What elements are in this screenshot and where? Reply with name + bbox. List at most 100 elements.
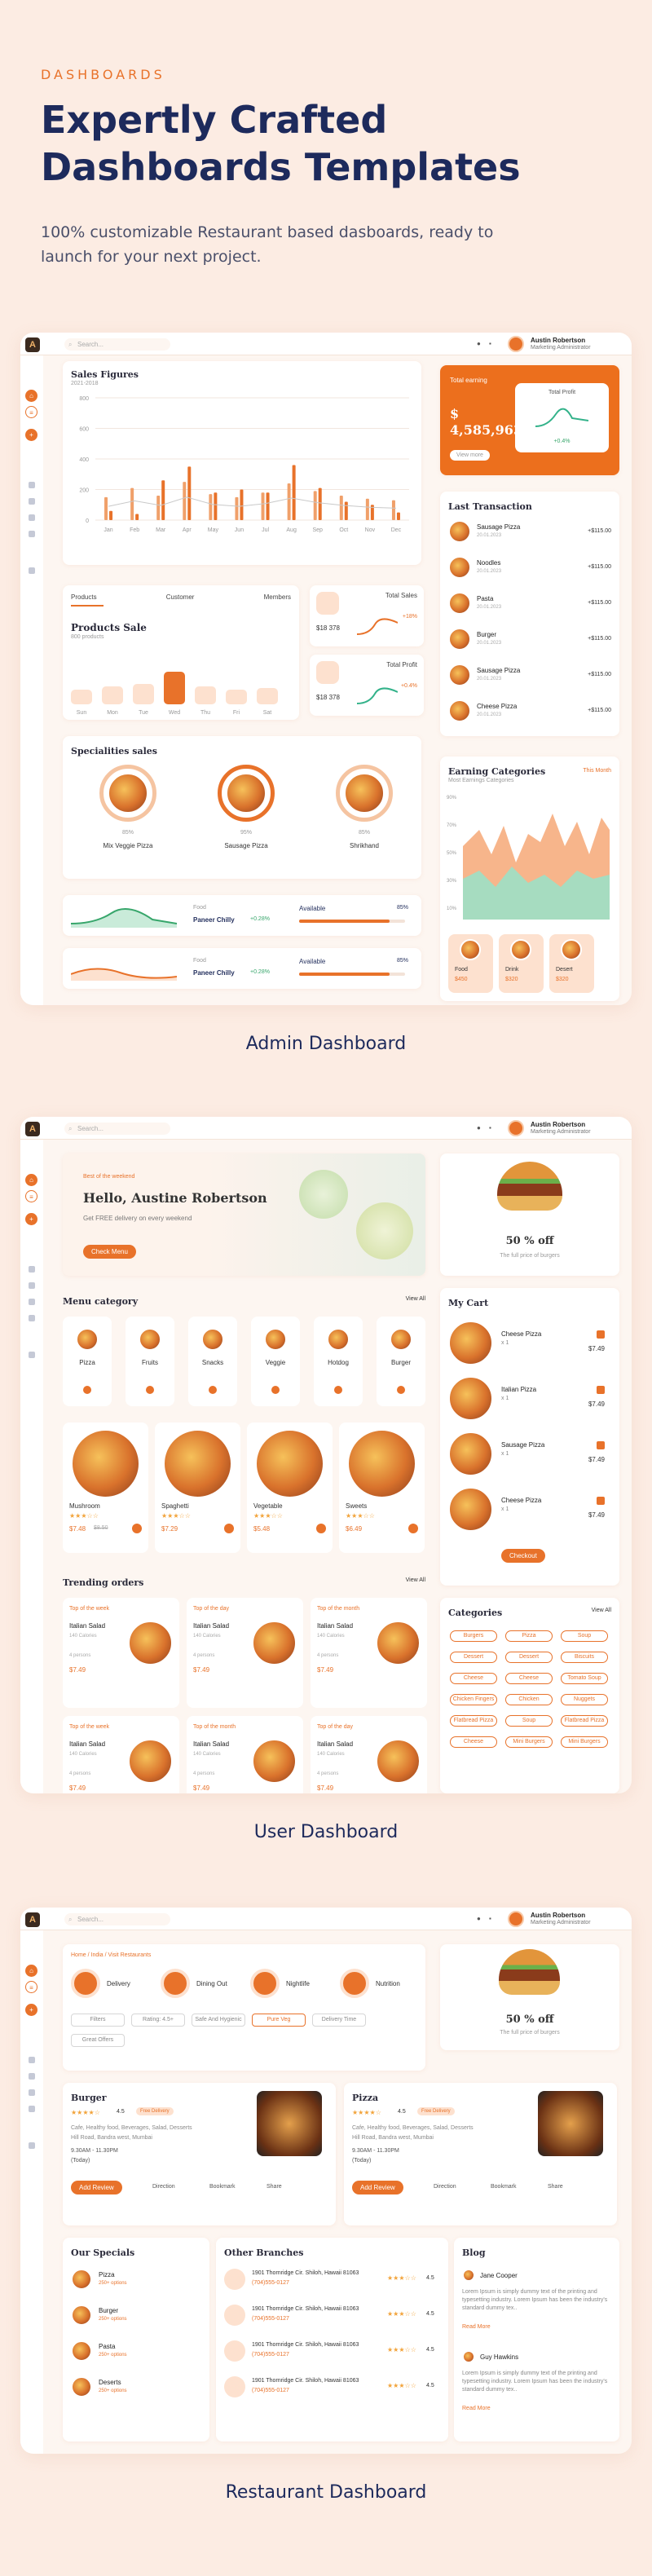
category-pill[interactable]: Soup <box>561 1630 608 1642</box>
dish-card[interactable]: Sweets ★★★☆☆ $6.49 <box>339 1423 425 1553</box>
menu-icon[interactable]: ≡ <box>25 406 37 418</box>
category-tile[interactable]: Desert $320 <box>549 934 594 993</box>
dish-add-icon[interactable] <box>132 1524 142 1533</box>
wallet-icon[interactable] <box>29 1299 35 1305</box>
bar[interactable] <box>235 496 239 520</box>
trash-icon[interactable] <box>597 1386 605 1394</box>
category-tile[interactable]: Food $450 <box>448 934 493 993</box>
service-label[interactable]: Nutrition <box>376 1980 400 1987</box>
chat-icon[interactable] <box>29 2057 35 2063</box>
add-review-button[interactable]: Add Review <box>352 2181 403 2194</box>
notification-icon[interactable]: ● ▪ <box>477 340 495 347</box>
trending-card[interactable]: Top of the week Italian Salad 140 Calories… <box>63 1598 179 1708</box>
plus-icon[interactable]: + <box>25 2004 37 2016</box>
bar[interactable] <box>135 514 139 521</box>
trending-view-all[interactable]: View All <box>406 1577 425 1583</box>
settings-icon[interactable] <box>29 531 35 537</box>
search-input[interactable]: Search... <box>64 338 170 351</box>
menu-item-veggie[interactable]: Veggie <box>251 1317 300 1406</box>
check-menu-button[interactable]: Check Menu <box>83 1245 136 1259</box>
bar[interactable] <box>214 492 218 520</box>
menu-item-fruits[interactable]: Fruits <box>126 1317 174 1406</box>
category-pill[interactable]: Mini Burgers <box>505 1736 553 1748</box>
read-more-link[interactable]: Read More <box>462 2324 491 2330</box>
filter-pill[interactable]: Safe And Hygienic <box>192 2014 245 2027</box>
bar[interactable] <box>396 512 400 520</box>
dish-card[interactable]: Vegetable ★★★☆☆ $5.48 <box>247 1423 333 1553</box>
sale-bar[interactable] <box>133 684 154 704</box>
service-label[interactable]: Nightlife <box>286 1980 310 1987</box>
bar[interactable] <box>318 487 322 520</box>
dish-add-icon[interactable] <box>316 1524 326 1533</box>
menu-item-hotdog[interactable]: Hotdog <box>314 1317 363 1406</box>
tab-customer[interactable]: Customer <box>166 593 195 601</box>
chat-icon[interactable] <box>29 482 35 488</box>
sale-bar[interactable] <box>102 686 123 704</box>
search-input[interactable]: Search... <box>64 1123 170 1135</box>
menu-icon[interactable]: ≡ <box>25 1981 37 1993</box>
dish-add-icon[interactable] <box>224 1524 234 1533</box>
action-bookmark[interactable]: Bookmark <box>491 2184 517 2190</box>
chat-icon[interactable] <box>29 1266 35 1273</box>
home-icon[interactable]: ⌂ <box>25 1174 37 1186</box>
dish-card[interactable]: Mushroom ★★★☆☆ $7.48 $8.50 <box>63 1423 148 1553</box>
action-bookmark[interactable]: Bookmark <box>209 2184 236 2190</box>
menu-item-pizza[interactable]: Pizza <box>63 1317 112 1406</box>
trending-card[interactable]: Top of the day Italian Salad 140 Calories 4… <box>311 1716 427 1793</box>
menu-add-icon[interactable] <box>83 1386 91 1394</box>
category-pill[interactable]: Nuggets <box>561 1694 608 1705</box>
logout-icon[interactable] <box>29 567 35 574</box>
bar[interactable] <box>209 494 213 520</box>
view-more-button[interactable]: View more <box>450 450 490 461</box>
menu-add-icon[interactable] <box>271 1386 280 1394</box>
category-pill[interactable]: Tomato Soup <box>561 1673 608 1684</box>
sale-bar[interactable] <box>164 672 185 704</box>
avatar[interactable] <box>508 336 524 352</box>
wallet-icon[interactable] <box>29 2089 35 2096</box>
action-direction[interactable]: Direction <box>434 2184 456 2190</box>
calendar-icon[interactable] <box>29 498 35 505</box>
service-icon[interactable] <box>340 1969 369 1998</box>
bar[interactable] <box>261 492 265 520</box>
category-pill[interactable]: Soup <box>505 1715 553 1727</box>
bar[interactable] <box>104 496 108 520</box>
category-pill[interactable]: Flatbread Pizza <box>561 1715 608 1727</box>
action-share[interactable]: Share <box>548 2184 563 2190</box>
bar[interactable] <box>156 496 161 520</box>
calendar-icon[interactable] <box>29 1282 35 1289</box>
breadcrumb[interactable]: Home / India / Visit Restaurants <box>71 1952 151 1958</box>
add-review-button[interactable]: Add Review <box>71 2181 122 2194</box>
dish-card[interactable]: Spaghetti ★★★☆☆ $7.29 <box>155 1423 240 1553</box>
trash-icon[interactable] <box>597 1441 605 1449</box>
sale-bar[interactable] <box>71 690 92 704</box>
menu-add-icon[interactable] <box>397 1386 405 1394</box>
trending-card[interactable]: Top of the day Italian Salad 140 Calories 4… <box>187 1598 303 1708</box>
plus-icon[interactable]: + <box>25 1213 37 1225</box>
category-pill[interactable]: Cheese <box>450 1673 497 1684</box>
category-pill[interactable]: Mini Burgers <box>561 1736 608 1748</box>
trending-card[interactable]: Top of the month Italian Salad 140 Calorie… <box>187 1716 303 1793</box>
category-pill[interactable]: Biscuits <box>561 1652 608 1663</box>
menu-item-burger[interactable]: Burger <box>377 1317 425 1406</box>
bar[interactable] <box>109 510 113 520</box>
filter-pill[interactable]: Filters <box>71 2014 125 2027</box>
service-label[interactable]: Dining Out <box>196 1980 227 1987</box>
tab-products[interactable]: Products <box>71 593 97 601</box>
categories-view-all[interactable]: View All <box>592 1608 611 1613</box>
logout-icon[interactable] <box>29 2142 35 2149</box>
filter-pill[interactable]: Rating: 4.5+ <box>131 2014 185 2027</box>
settings-icon[interactable] <box>29 1315 35 1321</box>
bar[interactable] <box>266 492 270 520</box>
dish-add-icon[interactable] <box>408 1524 418 1533</box>
menu-add-icon[interactable] <box>209 1386 217 1394</box>
action-share[interactable]: Share <box>267 2184 282 2190</box>
checkout-button[interactable]: Checkout <box>501 1549 545 1563</box>
category-tile[interactable]: Drink $320 <box>499 934 544 993</box>
logout-icon[interactable] <box>29 1352 35 1358</box>
calendar-icon[interactable] <box>29 2073 35 2080</box>
category-pill[interactable]: Dessert <box>450 1652 497 1663</box>
menu-view-all[interactable]: View All <box>406 1296 425 1302</box>
action-direction[interactable]: Direction <box>152 2184 175 2190</box>
menu-add-icon[interactable] <box>334 1386 342 1394</box>
trending-card[interactable]: Top of the month Italian Salad 140 Calorie… <box>311 1598 427 1708</box>
